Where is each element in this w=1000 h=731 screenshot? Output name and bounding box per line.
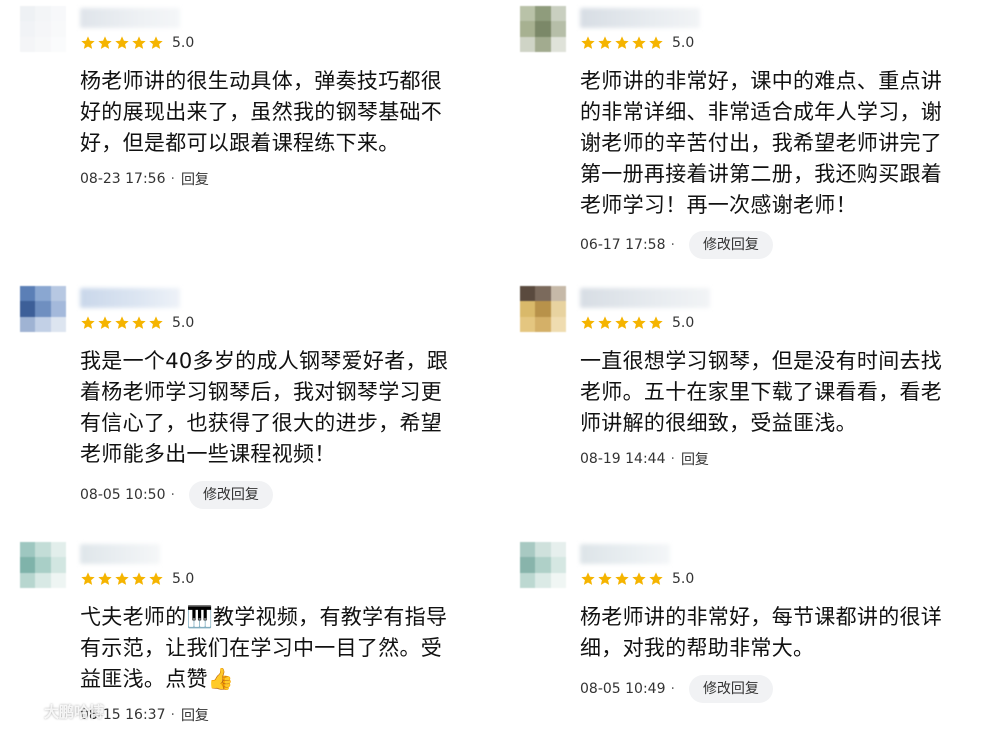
avatar[interactable] (520, 286, 566, 332)
star-rating (580, 315, 664, 331)
avatar[interactable] (520, 6, 566, 52)
star-icon (97, 35, 113, 51)
star-icon (97, 571, 113, 587)
star-icon (614, 35, 630, 51)
reply-button[interactable]: 回复 (181, 169, 209, 189)
star-icon (148, 571, 164, 587)
star-icon (614, 315, 630, 331)
rating-score: 5.0 (672, 35, 695, 51)
star-icon (80, 571, 96, 587)
meta-separator: · (170, 707, 175, 723)
star-icon (131, 315, 147, 331)
rating-score: 5.0 (672, 571, 695, 587)
star-icon (631, 571, 647, 587)
star-icon (80, 315, 96, 331)
review-meta: 08-19 14:44 · 回复 (580, 446, 709, 472)
rating-score: 5.0 (672, 315, 695, 331)
edit-reply-button[interactable]: 修改回复 (688, 231, 773, 259)
username-blurred (580, 8, 700, 28)
rating-row: 5.0 (580, 570, 694, 588)
avatar[interactable] (20, 542, 66, 588)
reply-button[interactable]: 回复 (181, 705, 209, 725)
meta-separator: · (670, 681, 675, 697)
rating-row: 5.0 (580, 34, 694, 52)
star-rating (580, 35, 664, 51)
star-icon (597, 315, 613, 331)
username-blurred (80, 8, 180, 28)
username-blurred (580, 288, 710, 308)
star-icon (97, 315, 113, 331)
star-icon (631, 35, 647, 51)
rating-score: 5.0 (172, 315, 195, 331)
star-icon (148, 35, 164, 51)
star-icon (614, 571, 630, 587)
watermark-text: 大鹏哈博 (44, 702, 105, 721)
star-icon (114, 315, 130, 331)
star-icon (648, 571, 664, 587)
star-icon (114, 35, 130, 51)
rating-row: 5.0 (80, 570, 194, 588)
review-meta: 08-05 10:50 · 修改回复 (80, 481, 273, 509)
star-icon (80, 35, 96, 51)
review-text: 杨老师讲的非常好，每节课都讲的很详 细，对我的帮助非常大。 (580, 605, 943, 660)
edit-reply-button[interactable]: 修改回复 (688, 675, 773, 703)
review-meta: 08-23 17:56 · 回复 (80, 166, 209, 192)
star-icon (648, 315, 664, 331)
star-icon (580, 35, 596, 51)
review-timestamp: 08-05 10:50 (80, 487, 166, 503)
star-icon (648, 35, 664, 51)
review-text: 杨老师讲的很生动具体，弹奏技巧都很 好的展现出来了，虽然我的钢琴基础不 好，但是… (80, 69, 443, 155)
rating-row: 5.0 (80, 314, 194, 332)
star-icon (597, 571, 613, 587)
review-text: 老师讲的非常好，课中的难点、重点讲 的非常详细、非常适合成年人学习，谢 谢老师的… (580, 69, 943, 217)
star-icon (131, 571, 147, 587)
star-rating (80, 35, 164, 51)
meta-separator: · (170, 487, 175, 503)
review-timestamp: 08-23 17:56 (80, 171, 166, 187)
rating-score: 5.0 (172, 571, 195, 587)
star-icon (580, 571, 596, 587)
review-timestamp: 08-05 10:49 (580, 681, 666, 697)
username-blurred (80, 544, 160, 564)
star-icon (580, 315, 596, 331)
watermark: 大鹏哈博 (10, 700, 104, 722)
review-text: 我是一个40多岁的成人钢琴爱好者，跟 着杨老师学习钢琴后，我对钢琴学习更 有信心… (80, 349, 449, 466)
review-meta: 06-17 17:58 · 修改回复 (580, 231, 773, 259)
meta-separator: · (670, 451, 675, 467)
star-icon (597, 35, 613, 51)
rating-row: 5.0 (580, 314, 694, 332)
weibo-logo-icon (10, 700, 38, 722)
rating-score: 5.0 (172, 35, 195, 51)
review-timestamp: 06-17 17:58 (580, 237, 666, 253)
avatar[interactable] (20, 286, 66, 332)
star-icon (131, 35, 147, 51)
username-blurred (580, 544, 670, 564)
star-icon (631, 315, 647, 331)
star-rating (80, 315, 164, 331)
review-timestamp: 08-19 14:44 (580, 451, 666, 467)
meta-separator: · (170, 171, 175, 187)
avatar[interactable] (520, 542, 566, 588)
avatar[interactable] (20, 6, 66, 52)
star-icon (148, 315, 164, 331)
username-blurred (80, 288, 180, 308)
review-text: 一直很想学习钢琴，但是没有时间去找 老师。五十在家里下载了课看看，看老 师讲解的… (580, 349, 943, 435)
reply-button[interactable]: 回复 (681, 449, 709, 469)
review-meta: 08-05 10:49 · 修改回复 (580, 675, 773, 703)
meta-separator: · (670, 237, 675, 253)
rating-row: 5.0 (80, 34, 194, 52)
star-rating (80, 571, 164, 587)
star-icon (114, 571, 130, 587)
review-text: 弋夫老师的🎹教学视频，有教学有指导 有示范，让我们在学习中一目了然。受 益匪浅。… (80, 605, 448, 691)
edit-reply-button[interactable]: 修改回复 (188, 481, 273, 509)
star-rating (580, 571, 664, 587)
